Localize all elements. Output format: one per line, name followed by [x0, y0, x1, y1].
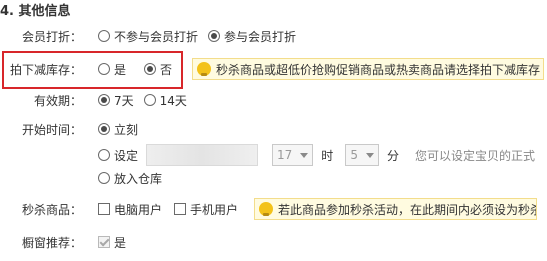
section-title: 4. 其他信息 [0, 4, 71, 19]
validity-label-box: 有效期： [0, 89, 82, 111]
flash-sale-label: 秒杀商品： [21, 202, 82, 217]
start-time-option-warehouse[interactable]: 放入仓库 [98, 170, 162, 187]
validity-option-14[interactable]: 14天 [143, 92, 187, 109]
member-discount-option-yes[interactable]: 参与会员打折 [208, 28, 296, 45]
reduce-stock-option-no[interactable]: 否 [144, 61, 172, 78]
reduce-stock-option-yes-label: 是 [114, 62, 127, 77]
window-recommend-option-label: 是 [114, 235, 127, 250]
radio-icon[interactable] [98, 172, 110, 184]
radio-checked-icon[interactable] [98, 94, 110, 106]
radio-checked-icon[interactable] [208, 30, 221, 42]
radio-icon[interactable] [143, 94, 156, 106]
minute-select-value: 5 [350, 148, 358, 162]
window-recommend-row: 橱窗推荐： 是 [0, 231, 138, 253]
start-time-row-warehouse: 放入仓库 [98, 167, 172, 189]
member-discount-label-box: 会员打折： [0, 25, 82, 47]
start-time-label: 开始时间： [21, 122, 82, 137]
start-time-hint: 您可以设定宝贝的正式 [414, 148, 535, 163]
member-discount-label: 会员打折： [21, 29, 82, 44]
hour-select-value: 17 [277, 148, 293, 162]
validity-row: 有效期： 7天 14天 [0, 89, 197, 111]
member-discount-row: 会员打折： 不参与会员打折 参与会员打折 [0, 25, 306, 47]
hour-unit: 时 [321, 148, 334, 163]
validity-option-7-label: 7天 [114, 93, 134, 108]
hour-select[interactable]: 17 [272, 144, 314, 166]
checkbox-checked-icon[interactable] [98, 236, 110, 248]
member-discount-option-no-label: 不参与会员打折 [114, 29, 199, 44]
flash-sale-option-mobile[interactable]: 手机用户 [174, 201, 238, 218]
flash-sale-label-box: 秒杀商品： [0, 198, 82, 220]
member-discount-option-yes-label: 参与会员打折 [224, 29, 297, 44]
start-time-option-warehouse-label: 放入仓库 [114, 171, 163, 186]
flash-sale-tip: 若此商品参加秒杀活动，在此期间内必须设为秒杀 [254, 198, 538, 220]
validity-label: 有效期： [33, 93, 82, 108]
reduce-stock-label-box: 拍下减库存： [0, 58, 82, 80]
radio-checked-icon[interactable] [144, 63, 157, 75]
flash-sale-tip-text: 若此商品参加秒杀活动，在此期间内必须设为秒杀 [278, 202, 538, 217]
chevron-down-icon [365, 152, 374, 158]
reduce-stock-option-no-label: 否 [160, 62, 173, 77]
window-recommend-label: 橱窗推荐： [21, 235, 82, 250]
radio-icon[interactable] [98, 149, 110, 161]
start-time-label-box: 开始时间： [0, 118, 82, 140]
start-time-option-set-label: 设定 [114, 148, 139, 163]
reduce-stock-tip: 秒杀商品或超低价抢购促销商品或热卖商品请选择拍下减库存 [192, 58, 545, 80]
radio-icon[interactable] [98, 30, 110, 42]
flash-sale-row: 秒杀商品： 电脑用户 手机用户 若此商品参加秒杀活动，在此期间内必须设为秒杀 [0, 198, 538, 220]
window-recommend-label-box: 橱窗推荐： [0, 231, 82, 253]
start-date-field[interactable] [146, 144, 259, 166]
start-time-row-set: 设定 17 时 5 分 您可以设定宝贝的正式 [98, 144, 535, 166]
checkbox-icon[interactable] [98, 203, 110, 215]
start-time-option-now-label: 立刻 [114, 122, 139, 137]
flash-sale-option-pc-label: 电脑用户 [114, 202, 163, 217]
reduce-stock-option-yes[interactable]: 是 [98, 61, 126, 78]
validity-option-14-label: 14天 [159, 93, 187, 108]
radio-checked-icon[interactable] [98, 123, 110, 135]
reduce-stock-tip-text: 秒杀商品或超低价抢购促销商品或热卖商品请选择拍下减库存 [216, 62, 541, 77]
lightbulb-icon [259, 202, 274, 216]
flash-sale-option-mobile-label: 手机用户 [190, 202, 239, 217]
minute-select[interactable]: 5 [345, 144, 379, 166]
flash-sale-option-pc[interactable]: 电脑用户 [98, 201, 162, 218]
radio-icon[interactable] [98, 63, 110, 75]
reduce-stock-label: 拍下减库存： [9, 62, 82, 77]
reduce-stock-row: 拍下减库存： 是 否 秒杀商品或超低价抢购促销商品或热卖商品请选择拍下减库存 [0, 58, 545, 80]
chevron-down-icon [300, 152, 309, 158]
window-recommend-option[interactable]: 是 [98, 234, 126, 251]
start-time-option-now[interactable]: 立刻 [98, 121, 138, 138]
checkbox-icon[interactable] [174, 203, 187, 215]
member-discount-option-no[interactable]: 不参与会员打折 [98, 28, 198, 45]
lightbulb-icon [197, 62, 212, 76]
start-time-row-now: 开始时间： 立刻 [0, 118, 148, 140]
start-time-option-set[interactable]: 设定 [98, 147, 138, 164]
minute-unit: 分 [386, 148, 399, 163]
validity-option-7[interactable]: 7天 [98, 92, 134, 109]
